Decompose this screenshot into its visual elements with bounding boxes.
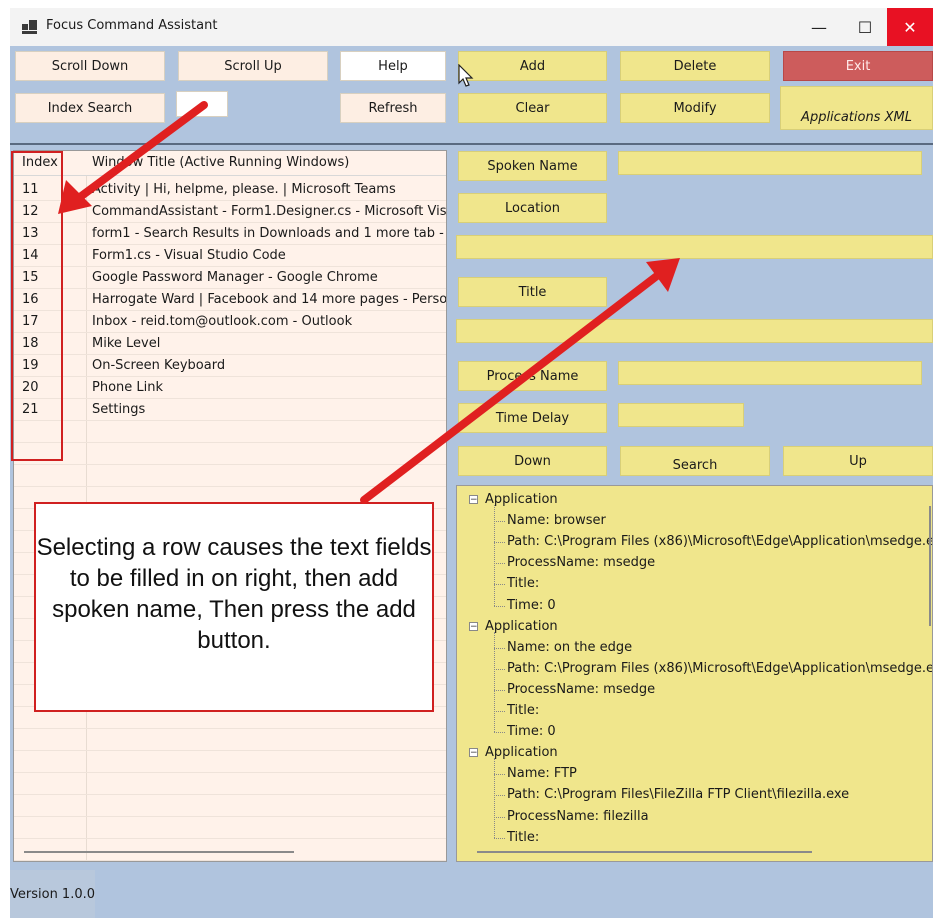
arrow-head-location bbox=[646, 258, 680, 292]
arrow-to-index-column bbox=[68, 101, 208, 207]
annotation-arrows bbox=[58, 101, 680, 504]
arrow-to-location-field bbox=[360, 268, 666, 504]
arrow-head-index bbox=[58, 180, 92, 214]
